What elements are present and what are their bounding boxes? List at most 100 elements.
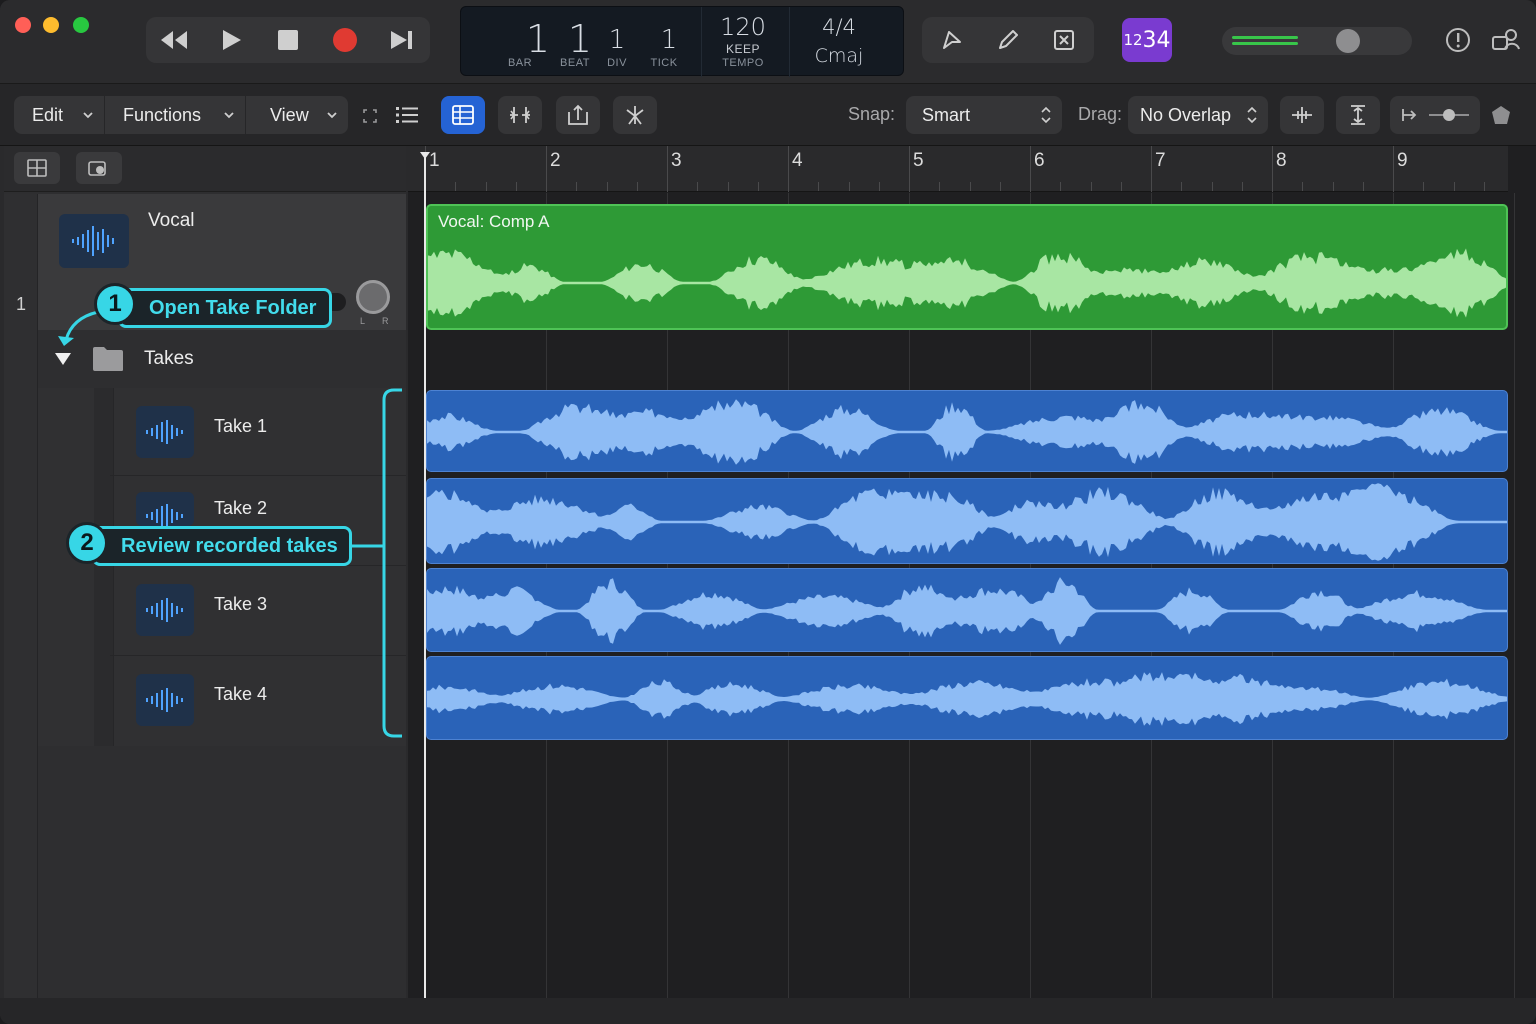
ruler-beat-tick bbox=[999, 182, 1001, 191]
info-button[interactable] bbox=[1440, 22, 1476, 58]
view-menu[interactable]: View bbox=[246, 96, 348, 134]
ruler-beat-tick bbox=[485, 182, 487, 191]
bar-ruler[interactable]: 1 2 3 4 5 6 7 8 9 bbox=[408, 146, 1508, 192]
up-down-chevron-icon bbox=[1041, 106, 1051, 124]
callout-1-badge: 1 bbox=[94, 283, 136, 325]
comp-region-name: Vocal: Comp A bbox=[438, 212, 550, 231]
lcd-tempo-mode-label: TEMPO bbox=[722, 57, 764, 69]
callout-1-text: Open Take Folder bbox=[149, 296, 317, 319]
take-folder-row[interactable]: Takes bbox=[38, 332, 406, 388]
automation-view-button[interactable] bbox=[441, 96, 485, 134]
grid-icon bbox=[27, 159, 47, 177]
disclosure-triangle-icon[interactable] bbox=[54, 352, 72, 366]
take-row[interactable]: Take 3 bbox=[110, 568, 406, 656]
playhead-handle[interactable] bbox=[420, 152, 430, 159]
catch-playhead-button[interactable] bbox=[360, 106, 380, 131]
ruler-beat-tick bbox=[1211, 182, 1213, 191]
split-at-playhead-button[interactable] bbox=[613, 96, 657, 134]
eraser-tool-button[interactable] bbox=[1042, 17, 1086, 63]
take-region[interactable] bbox=[426, 656, 1508, 740]
quantize-button[interactable] bbox=[556, 96, 600, 134]
skip-to-end-button[interactable] bbox=[374, 17, 430, 63]
record-button[interactable] bbox=[317, 17, 373, 63]
ruler-beat-tick bbox=[1453, 182, 1455, 191]
tracks-area[interactable]: 1 2 3 4 5 6 7 8 9 Vocal: Comp A bbox=[408, 146, 1536, 998]
logic-pro-window: 1 BAR 1 BEAT 1 DIV 1 TICK 120 KEEP TEMPO… bbox=[0, 0, 1536, 1024]
pan-knob[interactable] bbox=[356, 280, 390, 314]
bottom-scroll-bar[interactable] bbox=[0, 998, 1536, 1024]
take-row[interactable]: Take 1 bbox=[110, 388, 406, 476]
functions-menu-label: Functions bbox=[123, 104, 202, 125]
collaborate-button[interactable] bbox=[1488, 22, 1524, 58]
stop-button[interactable] bbox=[260, 17, 316, 63]
functions-menu[interactable]: Functions bbox=[105, 96, 245, 134]
list-view-button[interactable] bbox=[385, 96, 429, 134]
snap-value: Smart bbox=[922, 104, 971, 125]
master-volume-slider[interactable] bbox=[1222, 27, 1412, 55]
chevron-down-icon bbox=[224, 112, 234, 119]
waveform-icon bbox=[72, 226, 114, 256]
pencil-tool-button[interactable] bbox=[986, 17, 1030, 63]
flex-button[interactable] bbox=[498, 96, 542, 134]
waveform-icon bbox=[146, 420, 183, 444]
snap-select[interactable]: Smart bbox=[906, 96, 1062, 134]
vocal-track-name[interactable]: Vocal bbox=[148, 210, 194, 232]
comp-waveform bbox=[428, 248, 1506, 318]
scissors-playhead-icon bbox=[626, 106, 644, 125]
close-window-button[interactable] bbox=[15, 17, 31, 33]
ruler-bar-number: 5 bbox=[913, 150, 924, 171]
waveform-icon bbox=[146, 688, 183, 712]
rewind-button[interactable] bbox=[146, 17, 202, 63]
comp-region[interactable]: Vocal: Comp A bbox=[426, 204, 1508, 330]
ruler-bar-line bbox=[667, 146, 668, 192]
lcd-beat-label: BEAT bbox=[560, 57, 590, 69]
library-button[interactable] bbox=[1486, 96, 1516, 134]
edit-menu[interactable]: Edit bbox=[14, 96, 104, 134]
take-region[interactable] bbox=[426, 390, 1508, 472]
lcd-tick-value: 1 bbox=[660, 25, 678, 55]
vocal-track-icon bbox=[59, 214, 129, 268]
waveform-zoom-button[interactable] bbox=[1280, 96, 1324, 134]
take-3-waveform bbox=[427, 577, 1507, 645]
lcd-bar-label: BAR bbox=[507, 57, 533, 69]
take-row[interactable]: Take 4 bbox=[110, 658, 406, 746]
drag-select[interactable]: No Overlap bbox=[1128, 96, 1268, 134]
info-icon bbox=[1446, 28, 1470, 52]
ruler-bar-line bbox=[1030, 146, 1031, 192]
count-in-small-digits: 12 bbox=[1123, 31, 1143, 49]
zoom-window-button[interactable] bbox=[73, 17, 89, 33]
take-name: Take 2 bbox=[214, 498, 268, 518]
master-volume-knob[interactable] bbox=[1336, 29, 1360, 53]
horizontal-zoom-slider[interactable] bbox=[1390, 96, 1480, 134]
take-region[interactable] bbox=[426, 478, 1508, 564]
pointer-tool-icon bbox=[943, 31, 961, 49]
skip-to-end-icon bbox=[391, 31, 412, 49]
ruler-beat-tick bbox=[848, 182, 850, 191]
count-in-button[interactable]: 12 34 bbox=[1122, 18, 1172, 62]
take-waveform-icon bbox=[136, 584, 194, 636]
ruler-bar-number: 1 bbox=[429, 150, 440, 171]
ruler-beat-tick bbox=[606, 182, 608, 191]
take-region[interactable] bbox=[426, 568, 1508, 652]
play-button[interactable] bbox=[203, 17, 259, 63]
up-down-chevron-icon bbox=[1247, 106, 1257, 124]
take-waveform-icon bbox=[136, 406, 194, 458]
vertical-zoom-icon bbox=[1351, 105, 1365, 125]
ruler-bar-line bbox=[1272, 146, 1273, 192]
lcd-bar-value: 1 bbox=[525, 17, 551, 61]
ruler-beat-tick bbox=[1181, 182, 1183, 191]
grid-edit-icon bbox=[452, 105, 474, 125]
global-tracks-button[interactable] bbox=[14, 152, 60, 184]
callout-2-text: Review recorded takes bbox=[121, 534, 338, 557]
ruler-bar-line bbox=[1151, 146, 1152, 192]
vertical-zoom-button[interactable] bbox=[1336, 96, 1380, 134]
playhead[interactable] bbox=[424, 156, 426, 998]
new-track-button[interactable] bbox=[76, 152, 122, 184]
ruler-beat-tick bbox=[576, 182, 578, 191]
pointer-tool-button[interactable] bbox=[930, 17, 974, 63]
ruler-beat-tick bbox=[1241, 182, 1243, 191]
ruler-bar-number: 3 bbox=[671, 150, 682, 171]
lcd-display[interactable]: 1 BAR 1 BEAT 1 DIV 1 TICK 120 KEEP TEMPO… bbox=[460, 6, 904, 77]
pan-left-label: L bbox=[360, 316, 366, 326]
minimize-window-button[interactable] bbox=[43, 17, 59, 33]
